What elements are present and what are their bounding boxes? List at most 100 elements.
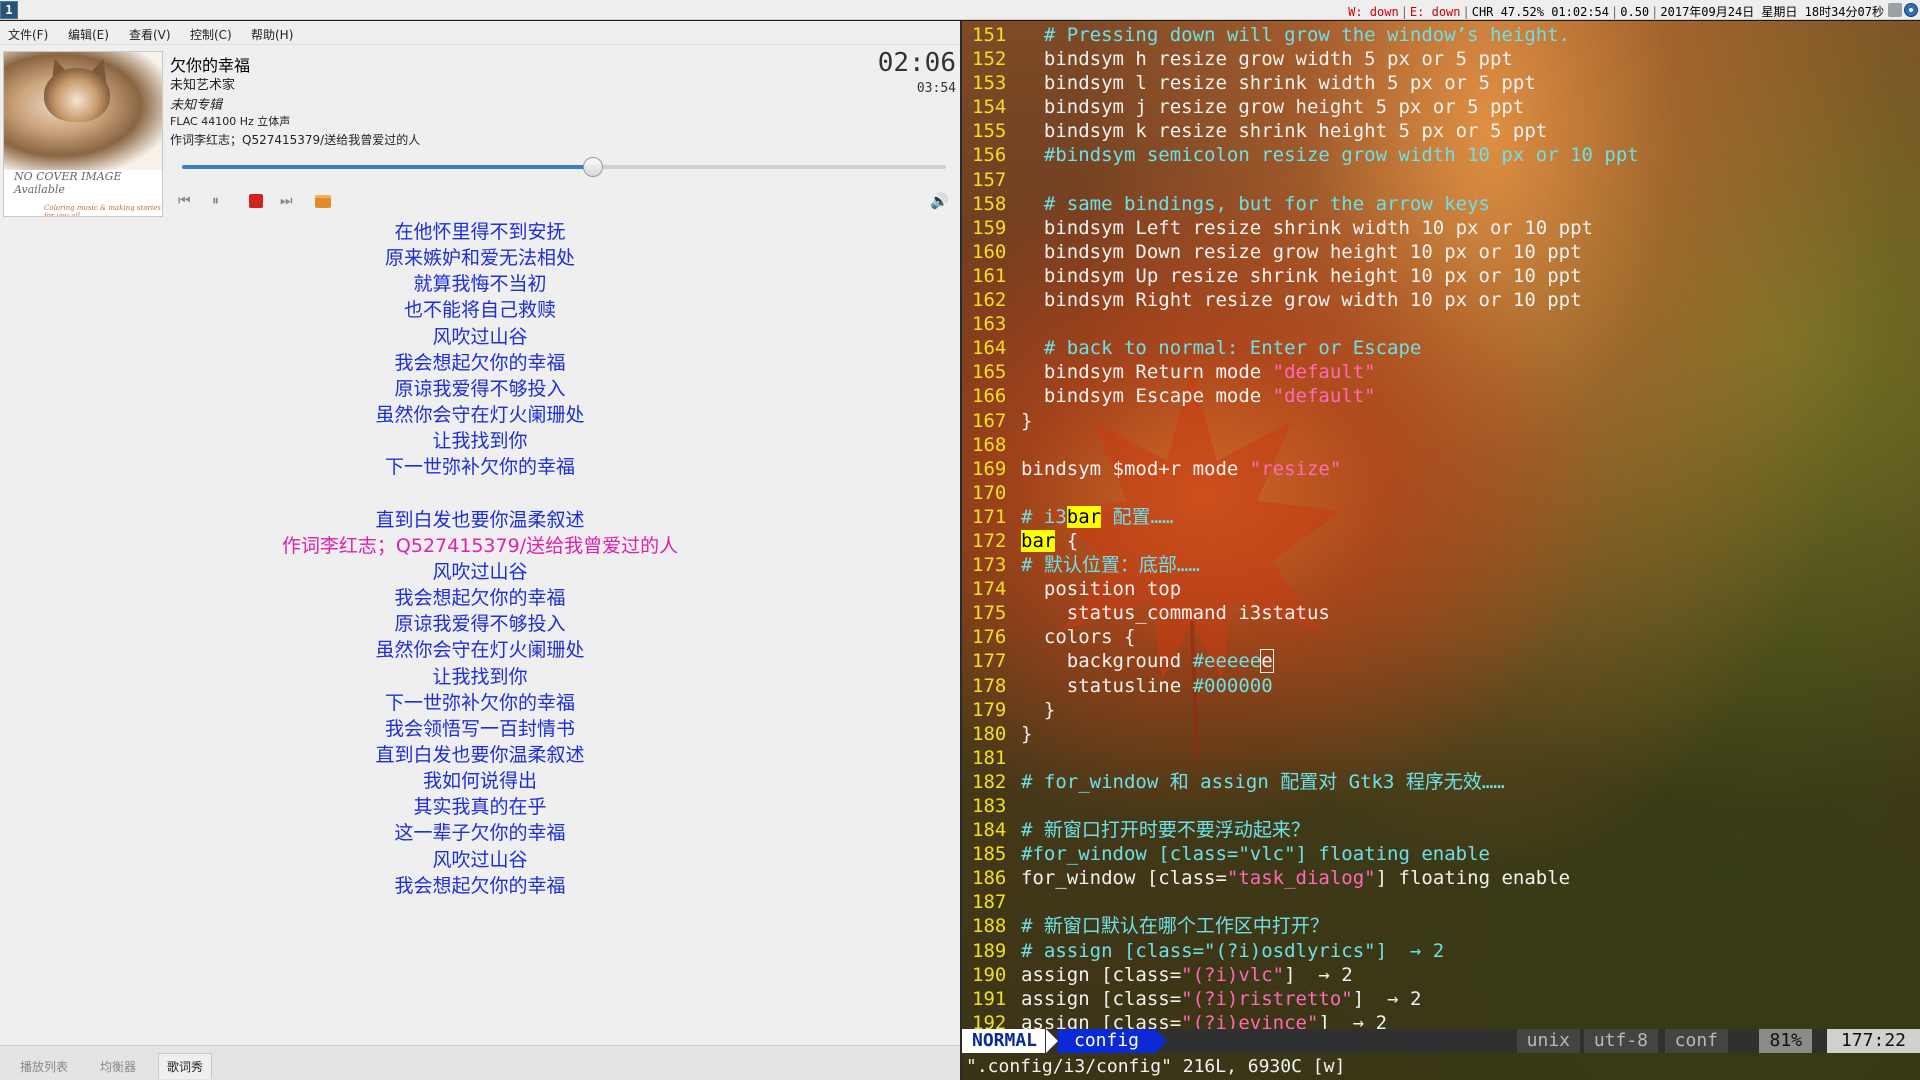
code-token: {	[1055, 529, 1079, 552]
line-number: 161	[972, 264, 1007, 287]
code-line[interactable]: 187	[962, 890, 1920, 914]
line-text: bindsym Escape mode "default"	[1021, 384, 1376, 408]
pause-button[interactable]: ⏸	[212, 192, 230, 210]
code-line[interactable]: 156 #bindsym semicolon resize grow width…	[962, 143, 1920, 167]
code-line[interactable]: 157	[962, 168, 1920, 192]
code-token: }	[1021, 722, 1033, 745]
line-text: assign [class="(?i)ristretto"] → 2	[1021, 987, 1421, 1011]
previous-button[interactable]: ⏮	[178, 192, 196, 210]
code-line[interactable]: 191 assign [class="(?i)ristretto"] → 2	[962, 987, 1920, 1011]
code-line[interactable]: 154 bindsym j resize grow height 5 px or…	[962, 95, 1920, 119]
line-number: 179	[972, 698, 1007, 721]
code-token: # i3	[1021, 505, 1067, 528]
lyric-line: 直到白发也要你温柔叙述	[375, 508, 585, 531]
i3bar: 1 W: down | E: down | CHR 47.52% 01:02:54 | 0.…	[0, 0, 1920, 20]
vim-fileformat: unix	[1516, 1029, 1580, 1053]
code-line[interactable]: 184 # 新窗口打开时要不要浮动起来？	[962, 818, 1920, 842]
code-line[interactable]: 162 bindsym Right resize grow width 10 p…	[962, 288, 1920, 312]
code-token: ] → 2	[1284, 963, 1353, 986]
code-line[interactable]: 161 bindsym Up resize shrink height 10 p…	[962, 264, 1920, 288]
line-text: # i3bar 配置……	[1021, 505, 1173, 529]
line-text: }	[1021, 722, 1032, 746]
code-buffer[interactable]: 151 # Pressing down will grow the window…	[962, 23, 1920, 1035]
menu-view[interactable]: 查看(V)	[129, 26, 171, 43]
code-line[interactable]: 171 # i3bar 配置……	[962, 505, 1920, 529]
line-number: 151	[972, 24, 1007, 46]
open-file-button[interactable]	[315, 192, 333, 210]
vim-terminal-window[interactable]: 151 # Pressing down will grow the window…	[962, 21, 1920, 1080]
line-number: 181	[972, 746, 1007, 769]
code-token: bindsym j resize grow height 5 px or 5 p…	[1021, 96, 1525, 119]
menu-edit[interactable]: 编辑(E)	[68, 26, 109, 43]
code-line[interactable]: 186 for_window [class="task_dialog"] floa…	[962, 866, 1920, 890]
tray-app-icon[interactable]	[1888, 3, 1902, 17]
line-text: bindsym Up resize shrink height 10 px or…	[1021, 264, 1582, 288]
code-token: #eeeee	[1192, 650, 1262, 673]
line-number: 182	[972, 770, 1007, 793]
code-token: position top	[1021, 578, 1182, 601]
code-line[interactable]: 174 position top	[962, 577, 1920, 601]
code-line[interactable]: 177 background #eeeeee	[962, 649, 1920, 674]
code-line[interactable]: 182 # for_window 和 assign 配置对 Gtk3 程序无效……	[962, 770, 1920, 794]
status-separator: |	[1651, 5, 1659, 19]
vim-command-line[interactable]: ".config/i3/config" 216L, 6930C [w]	[962, 1055, 1920, 1079]
line-number: 156	[972, 144, 1007, 167]
cover-line1: NO COVER IMAGE	[14, 170, 122, 183]
code-line[interactable]: 158 # same bindings, but for the arrow k…	[962, 192, 1920, 216]
line-text: bindsym Left resize shrink width 10 px o…	[1021, 216, 1593, 240]
menu-control[interactable]: 控制(C)	[190, 26, 232, 43]
seek-bar[interactable]	[182, 157, 946, 177]
line-number: 169	[972, 457, 1007, 480]
text-cursor: e	[1260, 649, 1274, 674]
lyric-line: 原来嫉妒和爱无法相处	[384, 247, 575, 270]
line-number: 173	[972, 554, 1007, 577]
code-line[interactable]: 169 bindsym $mod+r mode "resize"	[962, 457, 1920, 481]
line-number: 180	[972, 722, 1007, 745]
code-line[interactable]: 180}	[962, 722, 1920, 746]
code-line[interactable]: 172 bar {	[962, 529, 1920, 553]
code-line[interactable]: 185 #for_window [class="vlc"] floating en…	[962, 842, 1920, 866]
code-line[interactable]: 170	[962, 481, 1920, 505]
code-line[interactable]: 188 # 新窗口默认在哪个工作区中打开？	[962, 914, 1920, 938]
code-line[interactable]: 167}	[962, 409, 1920, 433]
code-line[interactable]: 176 colors {	[962, 625, 1920, 649]
code-line[interactable]: 168	[962, 433, 1920, 457]
search-match: bar	[1066, 505, 1102, 528]
code-token: # assign [class="(?i)osdlyrics"] → 2	[1021, 939, 1445, 962]
menu-file[interactable]: 文件(F)	[8, 26, 48, 43]
code-line[interactable]: 155 bindsym k resize shrink height 5 px …	[962, 119, 1920, 143]
code-line[interactable]: 164 # back to normal: Enter or Escape	[962, 336, 1920, 360]
line-number: 167	[972, 409, 1007, 432]
workspace-button[interactable]: 1	[0, 1, 18, 19]
code-line[interactable]: 152 bindsym h resize grow width 5 px or …	[962, 47, 1920, 71]
tab-lyrics[interactable]: 歌词秀	[158, 1053, 213, 1079]
tab-playlist[interactable]: 播放列表	[12, 1054, 76, 1080]
next-button[interactable]: ⏭	[280, 192, 298, 210]
tray-network-icon[interactable]	[1904, 3, 1918, 17]
code-line[interactable]: 165 bindsym Return mode "default"	[962, 360, 1920, 384]
code-line[interactable]: 190 assign [class="(?i)vlc"] → 2	[962, 963, 1920, 987]
menu-help[interactable]: 帮助(H)	[251, 26, 293, 43]
code-line[interactable]: 189 # assign [class="(?i)osdlyrics"] → 2	[962, 939, 1920, 963]
code-token: statusline	[1021, 674, 1193, 697]
lyric-line: 让我找到你	[432, 430, 528, 453]
code-line[interactable]: 153 bindsym l resize shrink width 5 px o…	[962, 71, 1920, 95]
code-line[interactable]: 160 bindsym Down resize grow height 10 p…	[962, 240, 1920, 264]
code-line[interactable]: 159 bindsym Left resize shrink width 10 …	[962, 216, 1920, 240]
stop-button[interactable]	[247, 192, 265, 210]
code-token: "(?i)vlc"	[1181, 963, 1285, 986]
code-line[interactable]: 179 }	[962, 698, 1920, 722]
code-line[interactable]: 183	[962, 794, 1920, 818]
tab-equalizer[interactable]: 均衡器	[92, 1054, 144, 1080]
code-line[interactable]: 166 bindsym Escape mode "default"	[962, 384, 1920, 408]
code-line[interactable]: 163	[962, 312, 1920, 336]
code-line[interactable]: 178 statusline #000000	[962, 674, 1920, 698]
code-line[interactable]: 151 # Pressing down will grow the window…	[962, 23, 1920, 47]
code-line[interactable]: 173 # 默认位置：底部……	[962, 553, 1920, 577]
code-token: bindsym Return mode	[1021, 361, 1273, 384]
volume-button[interactable]: 🔊	[930, 192, 949, 210]
seek-handle[interactable]	[583, 157, 604, 177]
line-text: # Pressing down will grow the window’s h…	[1021, 23, 1570, 47]
code-line[interactable]: 181	[962, 746, 1920, 770]
code-line[interactable]: 175 status_command i3status	[962, 601, 1920, 625]
